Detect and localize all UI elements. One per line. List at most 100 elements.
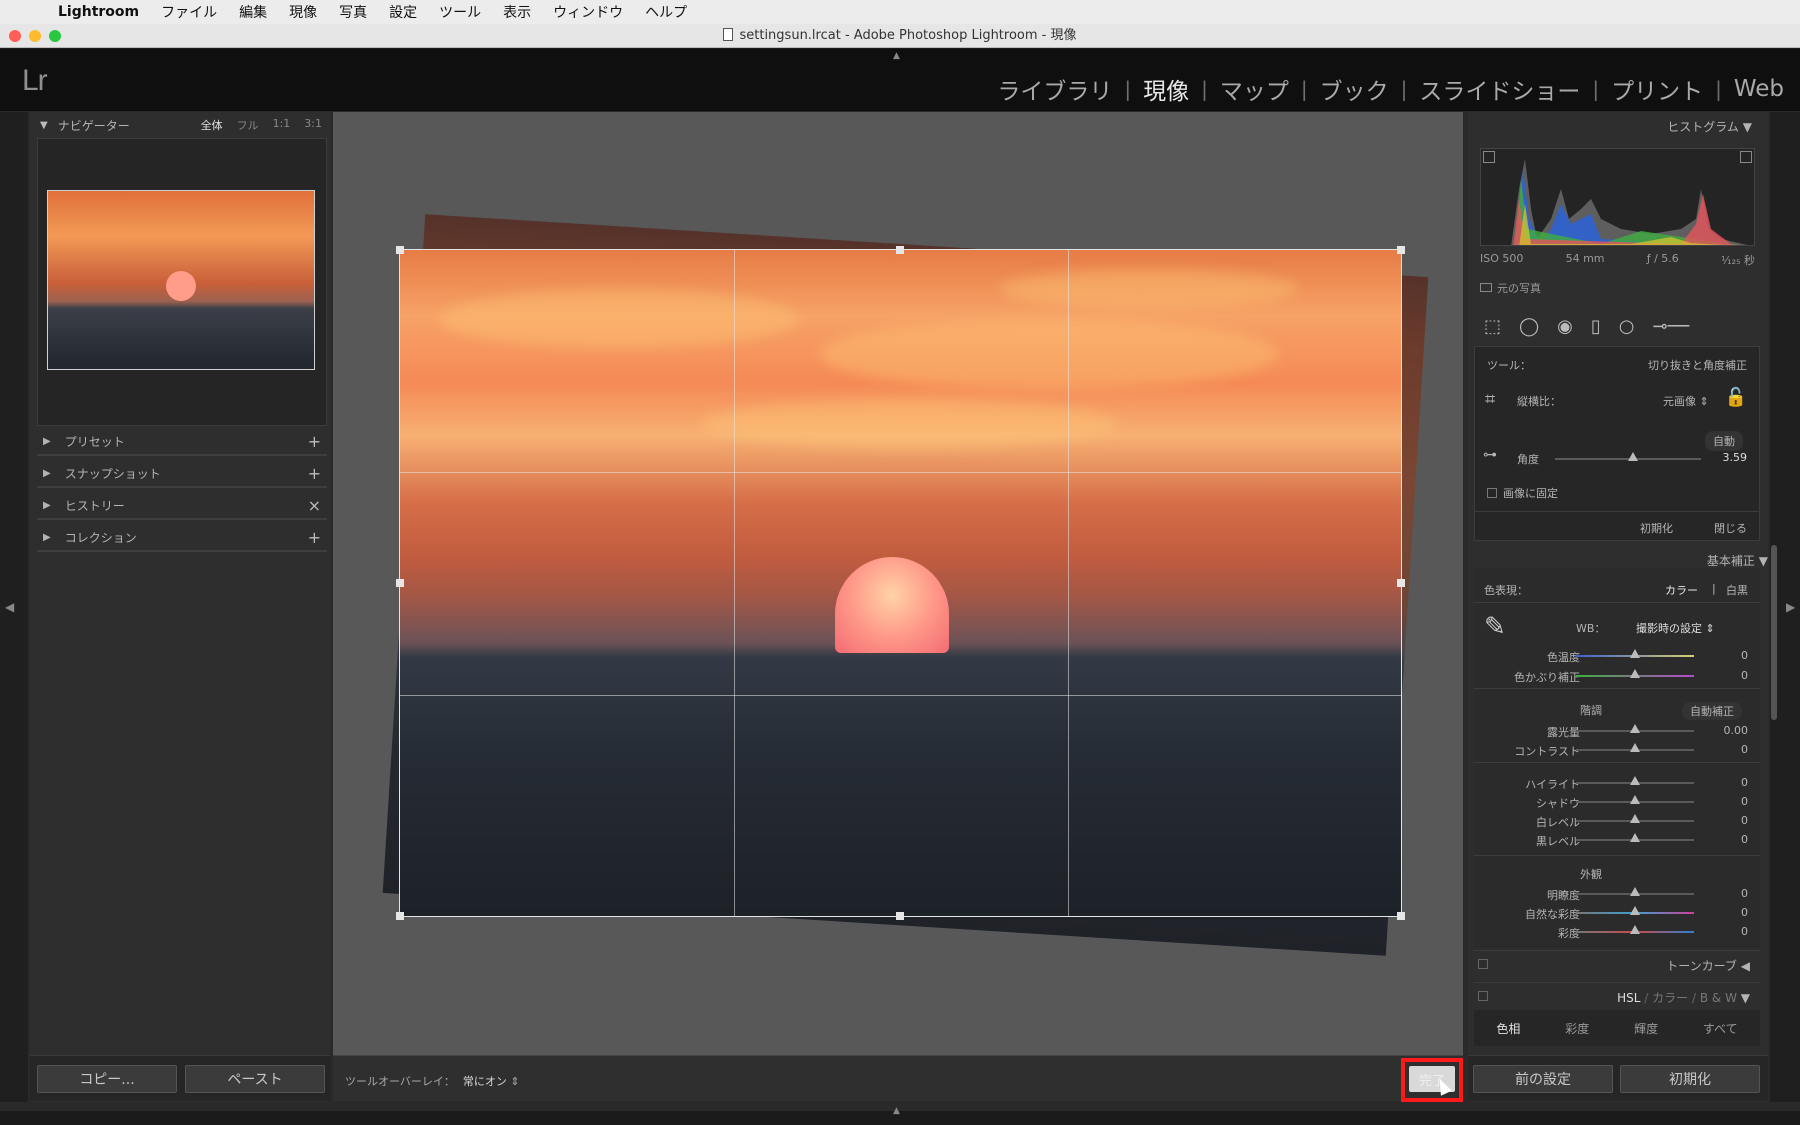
- expand-triangle-icon[interactable]: ▶: [43, 468, 51, 479]
- zoom-3-1[interactable]: 3:1: [304, 117, 322, 133]
- slider-value[interactable]: 0.00: [1698, 724, 1749, 737]
- crop-frame[interactable]: [396, 246, 1405, 920]
- expand-triangle-icon[interactable]: ▶: [43, 500, 51, 511]
- crop-handle-bottom-left[interactable]: [396, 912, 404, 920]
- slider-value[interactable]: 0: [1698, 743, 1748, 756]
- clear-history-icon[interactable]: ×: [308, 496, 321, 515]
- slider-value[interactable]: 0: [1698, 925, 1748, 938]
- auto-tone-button[interactable]: 自動補正: [1682, 702, 1742, 720]
- filmstrip-toggle-icon[interactable]: ▲: [893, 1106, 900, 1116]
- adjustment-slider[interactable]: [1576, 743, 1694, 752]
- adjustment-brush-icon[interactable]: ⊸──: [1653, 316, 1690, 337]
- auto-angle-button[interactable]: 自動: [1705, 431, 1743, 451]
- zoom-fill[interactable]: フル: [237, 117, 259, 133]
- section-snapshots[interactable]: ▶ スナップショット +: [37, 460, 327, 488]
- zoom-window-button[interactable]: [49, 30, 61, 42]
- slider-knob[interactable]: [1630, 925, 1640, 934]
- original-photo-toggle[interactable]: 元の写真: [1480, 280, 1541, 296]
- paste-button[interactable]: ペースト: [185, 1065, 325, 1093]
- treatment-color[interactable]: カラー: [1665, 582, 1698, 598]
- menu-settings[interactable]: 設定: [389, 2, 417, 22]
- shadow-clipping-toggle[interactable]: [1483, 151, 1495, 163]
- wb-eyedropper-icon[interactable]: ✎: [1484, 612, 1506, 642]
- basic-header[interactable]: 基本補正 ▼: [1707, 552, 1768, 569]
- tool-overlay-control[interactable]: ツールオーバーレイ： 常にオン ⇕: [345, 1073, 520, 1089]
- angle-slider[interactable]: [1555, 452, 1701, 461]
- wb-select[interactable]: 撮影時の設定 ⇕: [1636, 620, 1715, 636]
- expand-triangle-icon[interactable]: ◀: [1741, 959, 1750, 973]
- crop-close-button[interactable]: 閉じる: [1714, 520, 1747, 536]
- spot-removal-icon[interactable]: ◯: [1519, 316, 1539, 337]
- slider-knob[interactable]: [1628, 452, 1638, 461]
- slider-knob[interactable]: [1630, 795, 1640, 804]
- crop-handle-left[interactable]: [396, 579, 404, 587]
- add-snapshot-icon[interactable]: +: [308, 464, 321, 483]
- hsl-bw-title[interactable]: B & W: [1700, 991, 1737, 1005]
- crop-handle-top-left[interactable]: [396, 246, 404, 254]
- slider-knob[interactable]: [1630, 743, 1640, 752]
- menu-help[interactable]: ヘルプ: [645, 2, 687, 22]
- lock-icon[interactable]: 🔓: [1725, 387, 1747, 408]
- slider-value[interactable]: 0: [1698, 776, 1748, 789]
- hsl-title[interactable]: HSL: [1617, 991, 1640, 1005]
- slider-value[interactable]: 0: [1698, 649, 1748, 662]
- slider-value[interactable]: 0: [1698, 887, 1748, 900]
- menu-photo[interactable]: 写真: [339, 2, 367, 22]
- adjustment-slider[interactable]: [1576, 776, 1694, 785]
- adjustment-slider[interactable]: [1576, 925, 1694, 934]
- menu-edit[interactable]: 編集: [239, 2, 267, 22]
- adjustment-slider[interactable]: [1576, 906, 1694, 915]
- slider-value[interactable]: 0: [1698, 833, 1748, 846]
- slider-knob[interactable]: [1630, 906, 1640, 915]
- checkbox-icon[interactable]: [1487, 488, 1497, 498]
- module-web[interactable]: Web: [1734, 76, 1784, 102]
- treatment-bw[interactable]: 白黒: [1726, 582, 1748, 598]
- menu-app[interactable]: Lightroom: [58, 4, 139, 20]
- checkbox-icon[interactable]: [1480, 283, 1492, 292]
- collapse-triangle-icon[interactable]: ▼: [40, 120, 48, 131]
- right-panel-toggle-icon[interactable]: ▶: [1786, 600, 1795, 614]
- zoom-1-1[interactable]: 1:1: [273, 117, 291, 133]
- adjustment-slider[interactable]: [1576, 649, 1694, 658]
- tab-all[interactable]: すべて: [1703, 1020, 1738, 1037]
- copy-button[interactable]: コピー...: [37, 1065, 177, 1093]
- menu-window[interactable]: ウィンドウ: [553, 2, 623, 22]
- module-develop[interactable]: 現像: [1143, 72, 1189, 106]
- expand-triangle-icon[interactable]: ▶: [43, 436, 51, 447]
- tab-luminance[interactable]: 輝度: [1634, 1020, 1658, 1037]
- crop-handle-top[interactable]: [896, 246, 904, 254]
- menu-develop[interactable]: 現像: [289, 2, 317, 22]
- image-canvas[interactable]: [333, 112, 1463, 1055]
- slider-knob[interactable]: [1630, 669, 1640, 678]
- slider-knob[interactable]: [1630, 649, 1640, 658]
- slider-knob[interactable]: [1630, 833, 1640, 842]
- angle-value[interactable]: 3.59: [1723, 451, 1748, 464]
- previous-settings-button[interactable]: 前の設定: [1473, 1065, 1613, 1093]
- navigator-thumbnail[interactable]: [47, 190, 315, 370]
- constrain-checkbox[interactable]: 画像に固定: [1487, 485, 1558, 501]
- slider-value[interactable]: 0: [1698, 669, 1748, 682]
- crop-handle-bottom-right[interactable]: [1397, 912, 1405, 920]
- adjustment-slider[interactable]: [1576, 814, 1694, 823]
- slider-knob[interactable]: [1630, 887, 1640, 896]
- module-book[interactable]: ブック: [1320, 72, 1389, 106]
- aspect-select[interactable]: 元画像 ⇕: [1663, 393, 1709, 409]
- minimize-window-button[interactable]: [29, 30, 41, 42]
- navigator-header[interactable]: ▼ ナビゲーター 全体 フル 1:1 3:1: [30, 112, 330, 138]
- slider-value[interactable]: 0: [1698, 906, 1748, 919]
- add-collection-icon[interactable]: +: [308, 528, 321, 547]
- slider-knob[interactable]: [1630, 724, 1640, 733]
- crop-handle-top-right[interactable]: [1397, 246, 1405, 254]
- hsl-color-title[interactable]: カラー: [1652, 991, 1688, 1005]
- menu-file[interactable]: ファイル: [161, 2, 217, 22]
- adjustment-slider[interactable]: [1576, 795, 1694, 804]
- adjustment-slider[interactable]: [1576, 724, 1694, 733]
- menu-tools[interactable]: ツール: [439, 2, 481, 22]
- tab-hue[interactable]: 色相: [1496, 1020, 1520, 1037]
- slider-value[interactable]: 0: [1698, 795, 1748, 808]
- straighten-tool-icon[interactable]: ⊶: [1483, 447, 1497, 463]
- adjustment-slider[interactable]: [1576, 833, 1694, 842]
- section-collections[interactable]: ▶ コレクション +: [37, 524, 327, 552]
- chevron-updown-icon[interactable]: ⇕: [510, 1075, 519, 1088]
- slider-knob[interactable]: [1630, 814, 1640, 823]
